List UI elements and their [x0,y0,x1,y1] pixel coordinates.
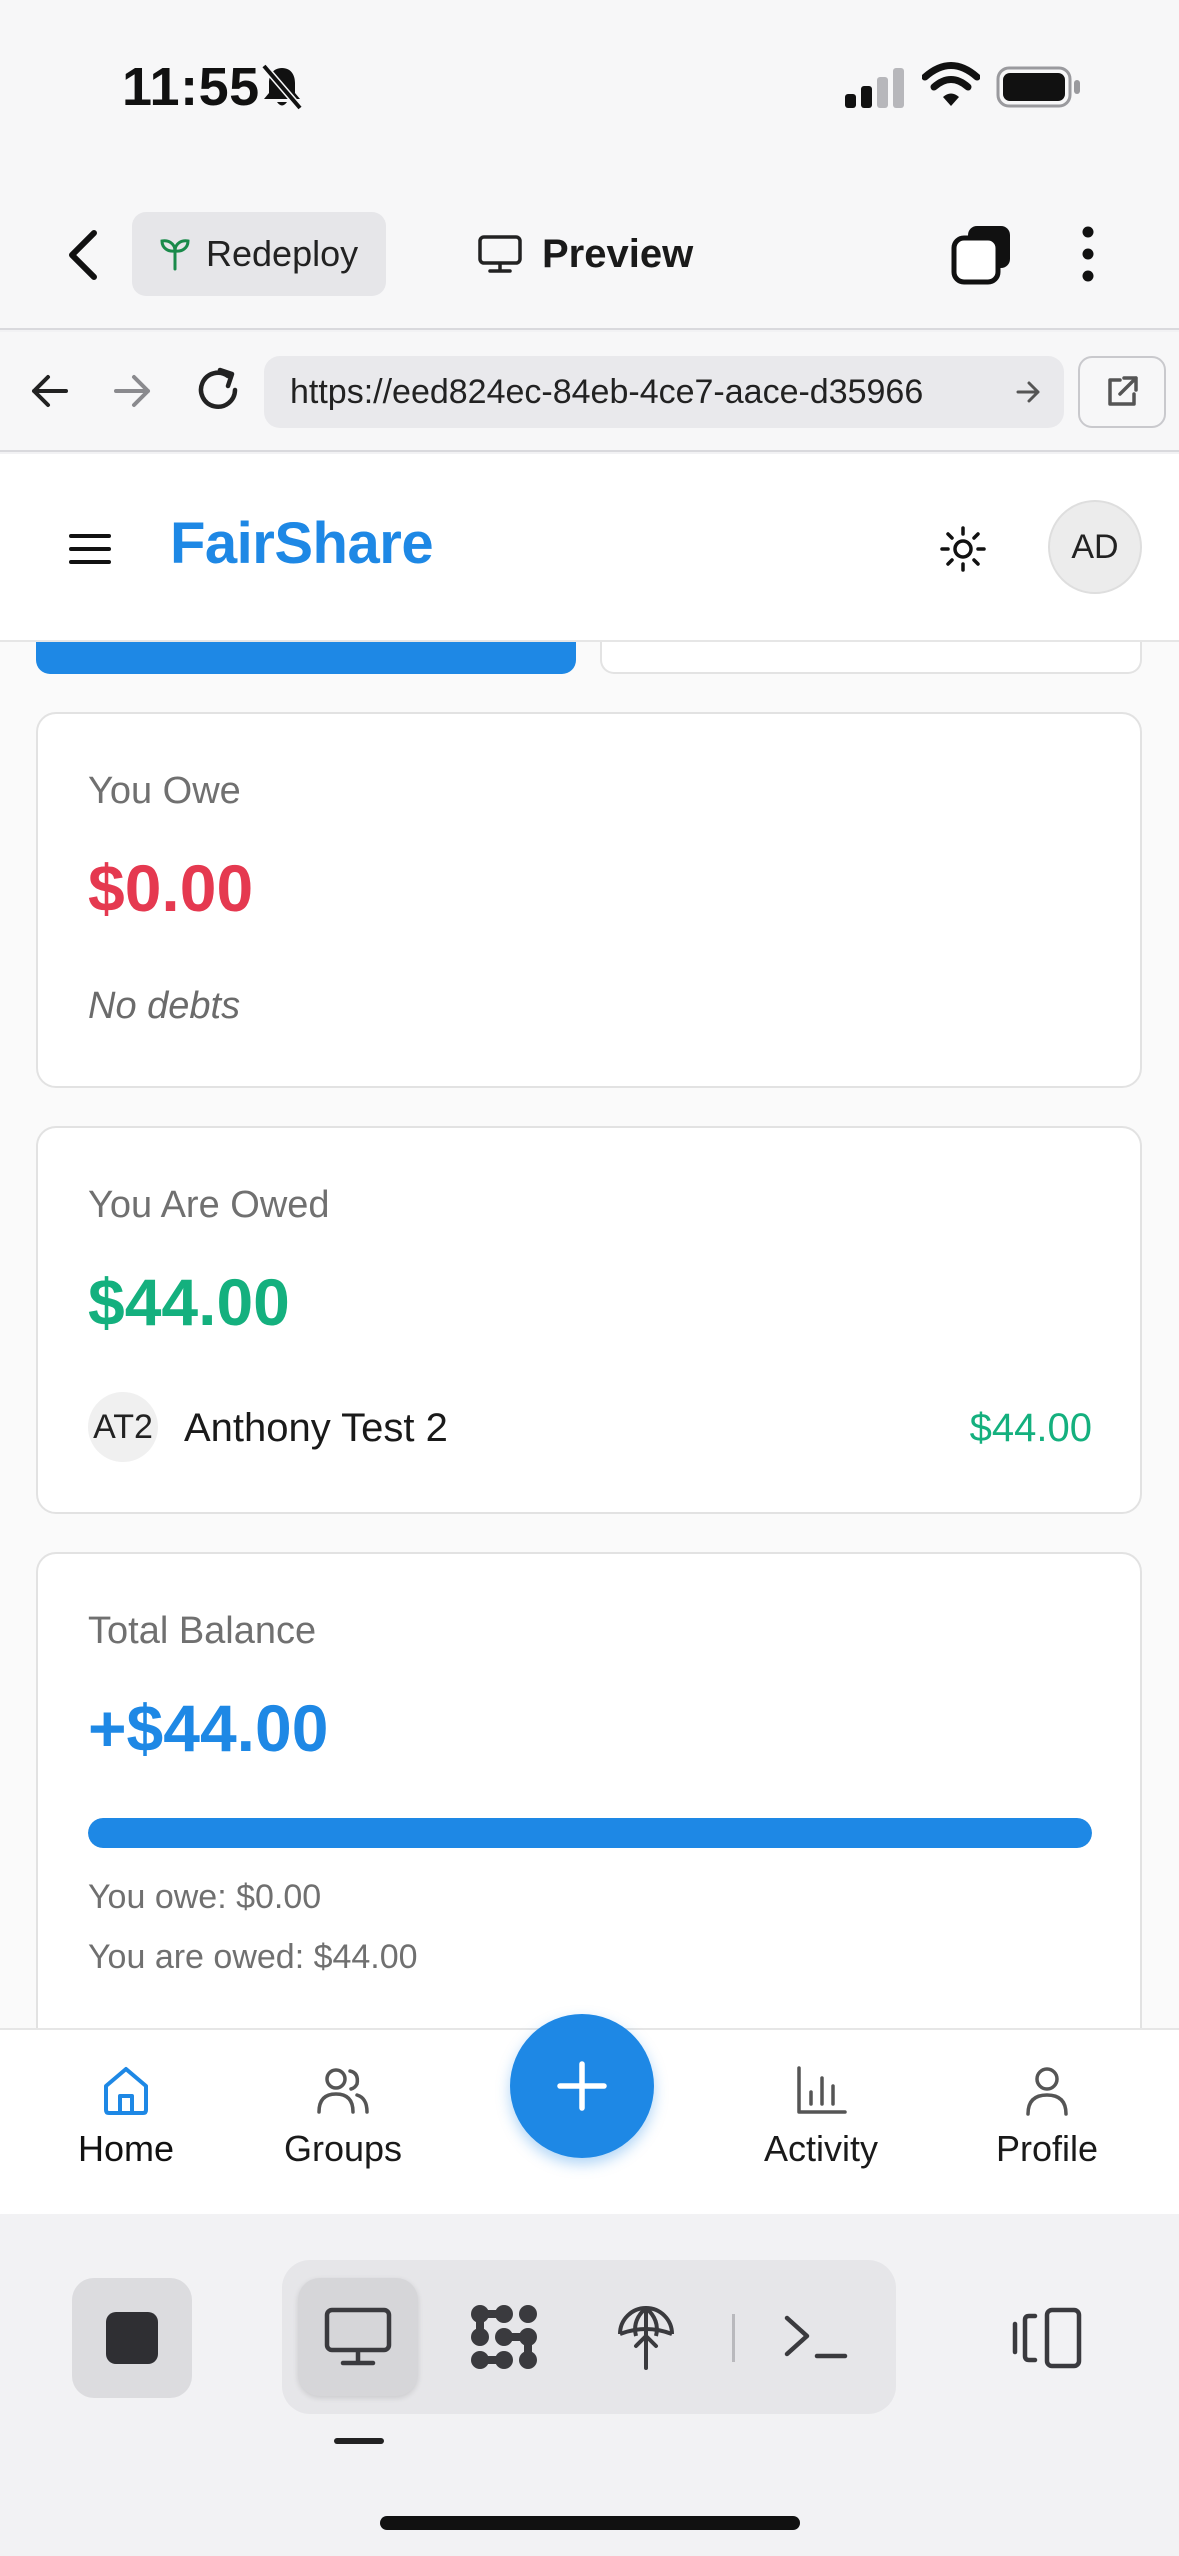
app-brand[interactable]: FairShare [170,510,434,577]
browser-back-button[interactable] [26,368,72,414]
more-options-icon[interactable] [1070,222,1106,286]
debtor-name[interactable]: Anthony Test 2 [184,1406,448,1451]
total-you-are-owed-line: You are owed: $44.00 [88,1938,418,1976]
battery-icon [996,66,1082,108]
redeploy-button[interactable]: Redeploy [132,212,386,296]
open-external-button[interactable] [1078,356,1166,428]
external-link-icon [1108,376,1138,406]
switcher-divider [732,2314,735,2362]
active-view-indicator [334,2438,384,2444]
you-owe-amount: $0.00 [88,851,254,925]
hamburger-menu-icon[interactable] [68,532,112,566]
plus-icon [557,2061,607,2111]
theme-toggle-sun-icon[interactable] [938,524,988,574]
debtor-avatar: AT2 [88,1392,158,1462]
deploy-view-button[interactable] [586,2278,706,2396]
no-debts-text: No debts [88,985,241,1027]
silent-bell-icon [258,62,306,112]
profile-icon [1026,2067,1068,2116]
go-arrow-icon[interactable] [1014,377,1044,407]
balance-bar [88,1818,1092,1848]
workflow-view-button[interactable] [444,2278,564,2396]
tab-home[interactable]: Home [66,2060,186,2170]
you-are-owed-amount: $44.00 [88,1265,290,1339]
status-time: 11:55 [122,57,260,117]
redeploy-label: Redeploy [206,233,359,274]
activity-chart-icon [797,2066,847,2114]
tab-activity-label: Activity [763,2128,878,2169]
arrow-right-icon [114,375,150,407]
wifi-icon [921,60,981,108]
cellular-signal-icon [845,66,907,108]
chevron-left-icon [69,230,97,280]
tab-profile[interactable]: Profile [980,2060,1114,2170]
tab-profile-label: Profile [995,2128,1099,2169]
monitor-icon [324,2307,392,2366]
total-you-owe-line: You owe: $0.00 [88,1878,322,1916]
you-owe-label: You Owe [88,770,241,812]
url-field[interactable]: https://eed824ec-84eb-4ce7-aace-d35966 [264,356,1064,428]
monitor-icon [478,235,522,273]
reload-button[interactable] [192,364,244,416]
split-panel-icon [1012,2307,1082,2369]
total-balance-amount: +$44.00 [88,1691,329,1765]
reload-icon [198,367,238,409]
browser-forward-button[interactable] [110,368,156,414]
stop-button[interactable] [72,2278,192,2398]
debtor-amount: $44.00 [969,1406,1092,1450]
desktop-view-button[interactable] [298,2278,418,2396]
groups-icon [317,2068,369,2114]
terminal-view-button[interactable] [756,2278,876,2396]
nodes-icon [471,2305,537,2369]
url-text: https://eed824ec-84eb-4ce7-aace-d35966 [290,372,924,411]
sprout-icon [160,239,190,271]
balance-bar-fill [88,1818,1092,1848]
home-icon [104,2067,148,2115]
total-balance-label: Total Balance [88,1610,317,1652]
preview-tab[interactable]: Preview [478,222,693,286]
tab-groups-label: Groups [283,2128,403,2169]
you-are-owed-label: You Are Owed [88,1184,330,1226]
preview-label: Preview [542,231,694,276]
tab-activity[interactable]: Activity [744,2060,898,2170]
terminal-icon [784,2315,848,2359]
tab-home-label: Home [77,2128,175,2169]
home-indicator[interactable] [380,2516,800,2530]
globe-upload-icon [618,2306,674,2370]
stop-icon [106,2312,158,2364]
split-view-button[interactable] [1000,2290,1096,2386]
user-avatar[interactable]: AD [1048,500,1142,594]
arrow-left-icon [32,375,68,407]
tabs-overview-icon[interactable] [950,222,1014,286]
tab-groups[interactable]: Groups [270,2060,416,2170]
back-button[interactable] [58,225,108,285]
add-expense-button[interactable] [510,2014,654,2158]
